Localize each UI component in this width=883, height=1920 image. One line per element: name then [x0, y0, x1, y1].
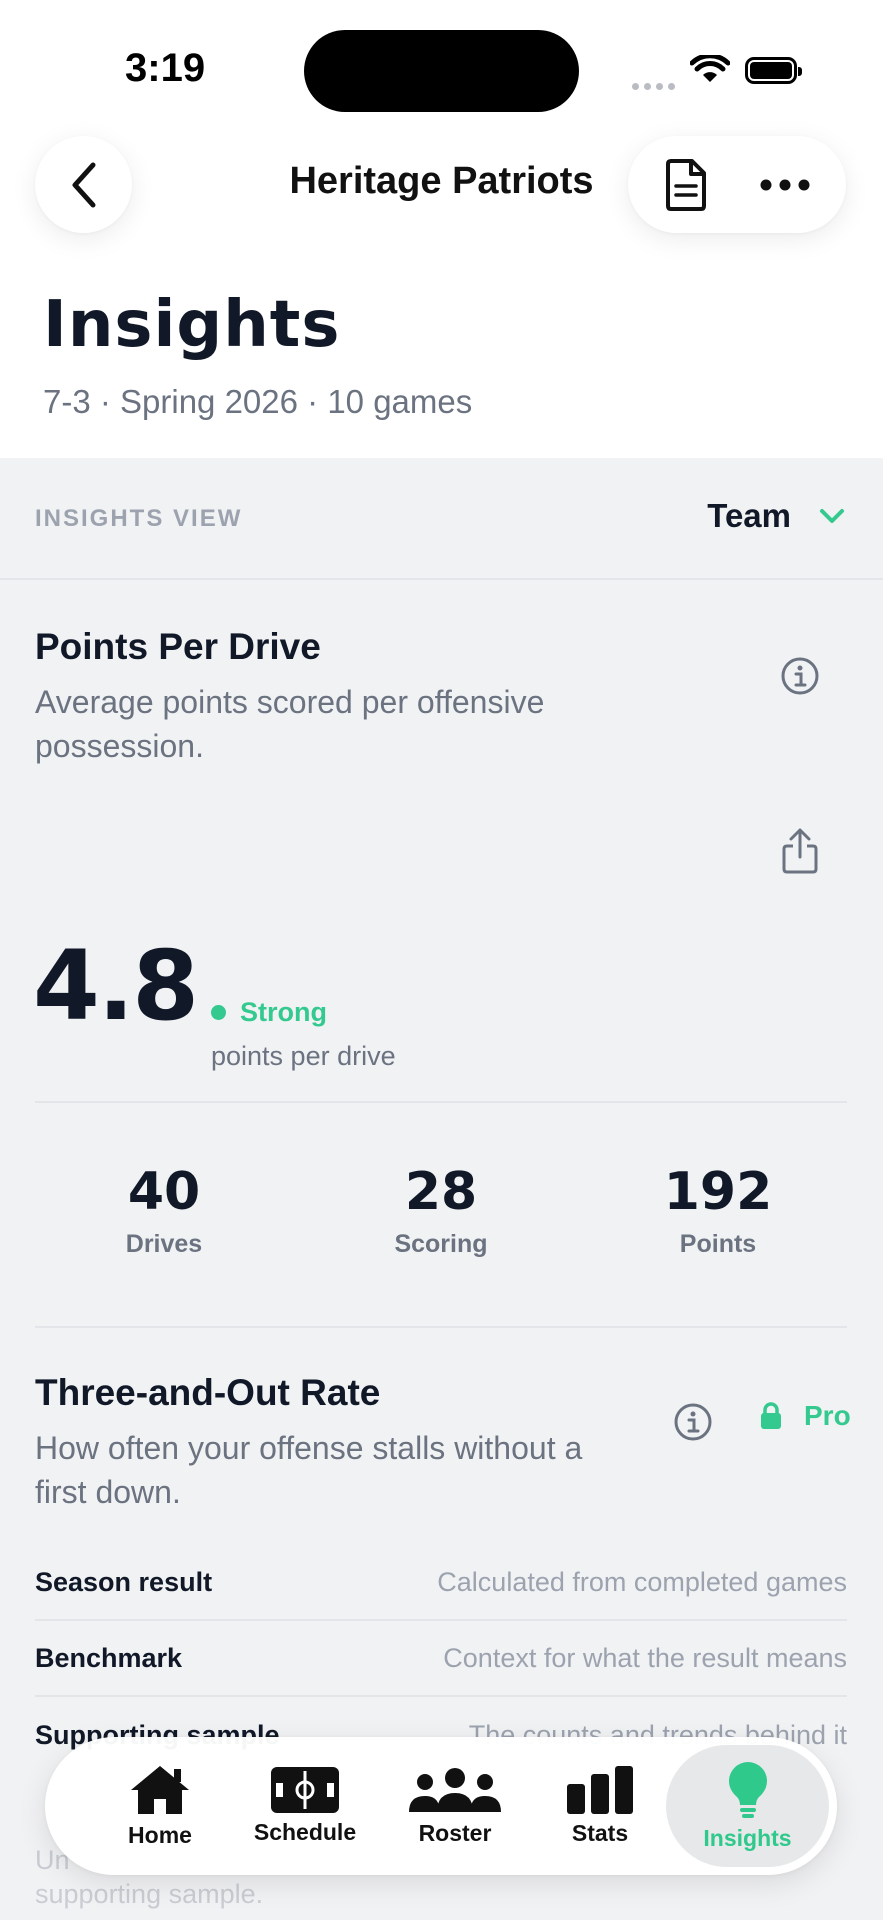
row-key: Season result: [35, 1566, 213, 1597]
divider: [35, 1101, 847, 1103]
points-per-drive-value: 4.8: [33, 930, 199, 1042]
insights-view-dropdown[interactable]: Team: [707, 497, 845, 535]
info-icon: [781, 657, 819, 695]
detail-row: Season result Calculated from completed …: [35, 1545, 847, 1621]
stat-label: Drives: [125, 1230, 203, 1258]
cellular-signal-icon: [632, 75, 680, 94]
lock-icon: [761, 1402, 781, 1429]
stat-scoring: 28 Scoring: [331, 1162, 551, 1259]
info-icon: [674, 1403, 712, 1441]
points-per-drive-info-button[interactable]: [778, 654, 822, 698]
tab-roster[interactable]: Roster: [380, 1737, 530, 1875]
battery-icon: [745, 57, 802, 84]
insights-view-value: Team: [707, 497, 791, 534]
insights-view-label: INSIGHTS VIEW: [35, 505, 243, 532]
dynamic-island: [304, 30, 579, 112]
more-options-icon[interactable]: [760, 178, 810, 192]
row-key: Benchmark: [35, 1642, 183, 1673]
tab-stats[interactable]: Stats: [530, 1737, 670, 1875]
chevron-down-icon: [820, 509, 844, 523]
stat-points: 192 Points: [608, 1162, 828, 1259]
bar-chart-icon: [567, 1765, 633, 1814]
people-icon: [409, 1767, 501, 1812]
page-title: Insights: [43, 288, 341, 362]
points-per-drive-title: Points Per Drive: [35, 626, 321, 667]
tab-label: Insights: [703, 1824, 792, 1851]
tab-home[interactable]: Home: [90, 1737, 230, 1875]
value-unit: points per drive: [211, 1041, 396, 1071]
tab-insights[interactable]: Insights: [666, 1745, 829, 1867]
tab-label: Schedule: [253, 1818, 357, 1845]
share-icon: [782, 828, 818, 874]
tab-label: Stats: [571, 1819, 629, 1846]
tab-bar: Home Schedule Roster Stats Insights: [45, 1737, 837, 1875]
field-icon: [271, 1766, 339, 1813]
home-icon: [131, 1765, 189, 1814]
pro-label: Pro: [804, 1400, 851, 1431]
stat-value: 28: [404, 1162, 478, 1222]
row-value: Context for what the result means: [443, 1642, 847, 1673]
rating-badge: Strong: [211, 997, 327, 1028]
tab-label: Roster: [418, 1819, 492, 1846]
rating-label: Strong: [240, 997, 327, 1027]
stat-value: 40: [127, 1162, 201, 1222]
wifi-icon: [690, 55, 730, 82]
stat-label: Points: [679, 1230, 757, 1258]
page-subtitle: 7-3 · Spring 2026 · 10 games: [43, 383, 473, 420]
pro-badge[interactable]: Pro: [760, 1400, 851, 1432]
status-dot: [211, 1005, 226, 1020]
stat-drives: 40 Drives: [54, 1162, 274, 1259]
divider: [35, 1326, 847, 1328]
three-and-out-title: Three-and-Out Rate: [35, 1372, 381, 1413]
points-per-drive-description: Average points scored per offensive poss…: [35, 684, 545, 764]
faded-text: supporting sample.: [35, 1879, 264, 1909]
tab-schedule[interactable]: Schedule: [230, 1737, 380, 1875]
row-value: Calculated from completed games: [437, 1566, 847, 1597]
share-button[interactable]: [778, 826, 822, 876]
lightbulb-icon: [728, 1761, 767, 1818]
stat-label: Scoring: [394, 1230, 488, 1258]
detail-row: Benchmark Context for what the result me…: [35, 1621, 847, 1697]
document-icon[interactable]: [664, 158, 708, 212]
tab-label: Home: [128, 1821, 192, 1848]
status-time: 3:19: [125, 46, 206, 90]
three-and-out-description: How often your offense stalls without a …: [35, 1430, 583, 1510]
stat-value: 192: [663, 1162, 773, 1222]
three-and-out-info-button[interactable]: [671, 1400, 715, 1444]
header-actions: [628, 136, 846, 233]
